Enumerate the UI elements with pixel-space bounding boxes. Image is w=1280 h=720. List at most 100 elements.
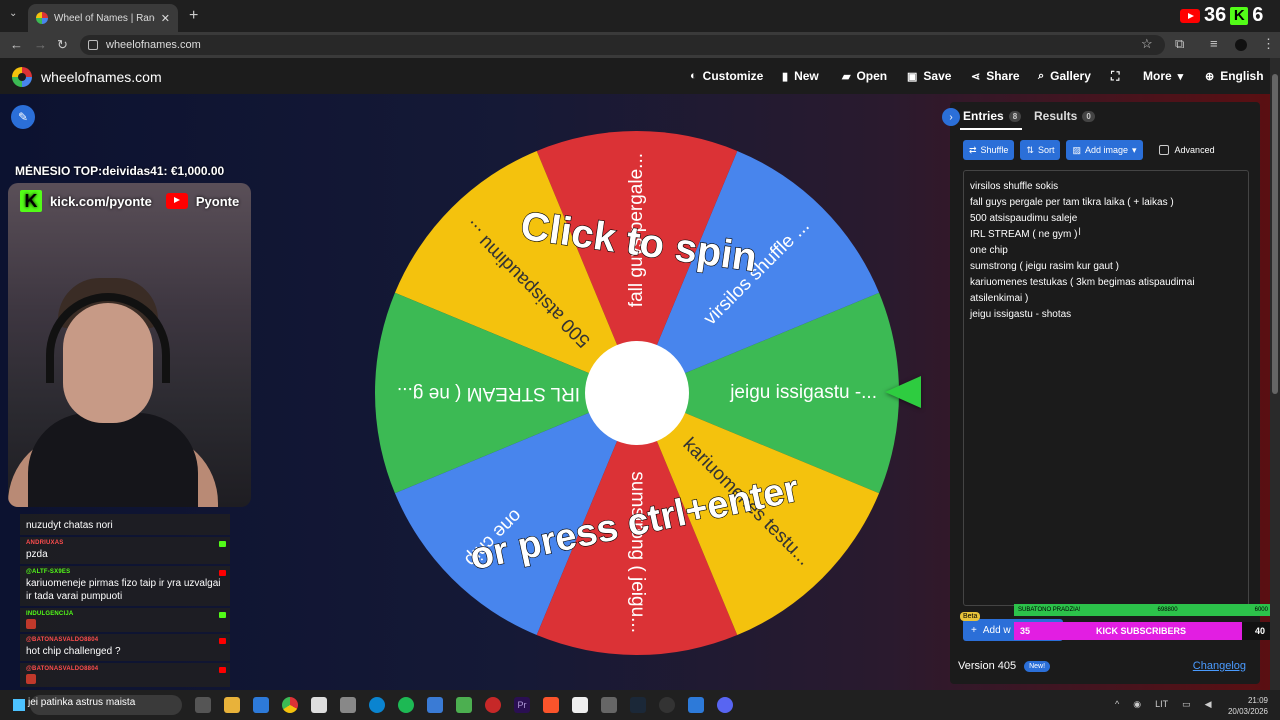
tray-chevron-icon[interactable]: ^ xyxy=(1115,699,1119,710)
kick-count: 6 xyxy=(1252,4,1264,26)
chat-username: ANDRIUXAS xyxy=(26,540,64,546)
customize-button[interactable]: ◐ Customize xyxy=(690,69,763,83)
new-button[interactable]: ▮ New xyxy=(782,69,819,83)
chat-message: ANDRIUXAS pzda xyxy=(20,537,230,564)
clock[interactable]: 21:09 20/03/2026 xyxy=(1228,695,1268,717)
file-explorer-icon[interactable] xyxy=(224,697,240,713)
site-info-icon[interactable] xyxy=(88,40,98,50)
profile-avatar[interactable] xyxy=(1235,39,1247,51)
bookmark-star-icon[interactable]: ☆ xyxy=(1141,36,1153,52)
favicon-icon xyxy=(36,12,48,24)
fullscreen-icon[interactable]: ⛶ xyxy=(1111,69,1119,84)
chat-text: pzda xyxy=(26,549,48,560)
browser-tab[interactable]: Wheel of Names | Random nam ✕ xyxy=(28,4,178,32)
site-logo-icon[interactable] xyxy=(12,67,32,87)
language-menu[interactable]: ⊕ English xyxy=(1205,69,1264,83)
close-tab-icon[interactable]: ✕ xyxy=(161,12,170,25)
edge-icon[interactable] xyxy=(369,697,385,713)
webcam-feed xyxy=(8,183,251,507)
kick-platform-icon xyxy=(219,541,226,547)
share-icon: ⋖ xyxy=(971,70,981,83)
steam-icon[interactable] xyxy=(630,697,646,713)
edit-pencil-icon[interactable]: ✎ xyxy=(11,105,35,129)
new-file-icon: ▮ xyxy=(782,70,789,83)
tab-title: Wheel of Names | Random nam xyxy=(54,12,155,24)
chat-message: @BATONASVALDO8804 xyxy=(20,663,230,687)
entry-line: IRL STREAM ( ne gym ) xyxy=(970,229,1078,240)
version-info: Version 405 New! xyxy=(958,660,1051,672)
checkbox-box[interactable] xyxy=(1158,145,1169,155)
photos-icon[interactable] xyxy=(427,697,443,713)
more-menu[interactable]: More ▾ xyxy=(1143,69,1183,83)
chat-text: nuzudyt chatas nori xyxy=(26,520,113,531)
wheel[interactable]: jeigu issigastu -... virsilos shuffle ...… xyxy=(374,130,900,656)
folder-icon: ▰ xyxy=(842,70,851,83)
chat-overlay: nuzudyt chatas nori ANDRIUXAS pzda @ALTF-SX… xyxy=(20,514,230,690)
entries-panel: › Entries 8 Results 0 ⇄ Shuffle ⇅ Sort ▨ Ad… xyxy=(942,102,1260,684)
media-icon[interactable]: ≡ xyxy=(1210,36,1218,51)
save-button[interactable]: ▣ Save xyxy=(907,69,951,83)
forward-icon[interactable]: → xyxy=(34,37,47,52)
kick-url: kick.com/pyonte xyxy=(50,193,152,209)
advanced-checkbox[interactable]: Advanced xyxy=(1158,145,1215,155)
top-donation-banner: MĖNESIO TOP:deividas41: €1,000.00 xyxy=(15,164,225,178)
premiere-icon[interactable]: Pr xyxy=(514,697,530,713)
back-icon[interactable]: ← xyxy=(10,37,23,52)
app-icon-4[interactable] xyxy=(572,697,588,713)
caret-down-icon: ▾ xyxy=(1177,70,1184,83)
extensions-icon[interactable]: ⧉ xyxy=(1175,36,1184,52)
gallery-button[interactable]: ⌕ Gallery xyxy=(1038,69,1091,83)
notepad-icon[interactable] xyxy=(311,697,327,713)
youtube-logo-icon xyxy=(165,193,188,209)
youtube-name: Pyonte xyxy=(195,193,240,209)
entry-line: jeigu issigastu - shotas xyxy=(970,309,1072,320)
discord-icon[interactable] xyxy=(717,697,733,713)
wheel-pointer-icon xyxy=(885,376,921,408)
tab-results[interactable]: Results 0 xyxy=(1034,109,1095,123)
spotify-icon[interactable] xyxy=(398,697,414,713)
site-brand[interactable]: wheelofnames.com xyxy=(41,69,162,85)
volume-icon[interactable]: ◀ xyxy=(1205,699,1212,710)
sort-button[interactable]: ⇅ Sort xyxy=(1020,140,1061,160)
new-tab-icon[interactable]: + xyxy=(189,7,198,25)
network-icon[interactable]: ▭ xyxy=(1182,699,1191,710)
share-button[interactable]: ⋖ Share xyxy=(971,69,1020,83)
shuffle-button[interactable]: ⇄ Shuffle xyxy=(963,140,1015,160)
emote-icon xyxy=(26,674,36,684)
open-button[interactable]: ▰ Open xyxy=(842,69,887,83)
chat-message: @ALTF-SX9ES kariuomeneje pirmas fizo taip… xyxy=(20,566,230,606)
changelog-link[interactable]: Changelog xyxy=(1193,660,1246,672)
collapse-panel-icon[interactable]: › xyxy=(942,108,960,126)
wheel-svg[interactable]: jeigu issigastu -...virsilos shuffle ...… xyxy=(374,130,900,656)
kick-subscribers-bar: 35 KICK SUBSCRIBERS 40 xyxy=(1014,622,1274,640)
chat-message: INDULGENCIJA xyxy=(20,608,230,632)
obs-icon[interactable] xyxy=(659,697,675,713)
address-bar[interactable]: wheelofnames.com xyxy=(80,35,1165,55)
tab-entries[interactable]: Entries 8 xyxy=(963,109,1022,123)
app-icon-3[interactable] xyxy=(485,697,501,713)
entry-line: one chip xyxy=(970,245,1008,256)
chrome-icon[interactable] xyxy=(282,697,298,713)
add-image-button[interactable]: ▨ Add image ▾ xyxy=(1066,140,1143,160)
mic-icon[interactable]: ◉ xyxy=(1133,699,1141,710)
chat-username: INDULGENCIJA xyxy=(26,611,74,617)
store-icon[interactable] xyxy=(253,697,269,713)
notes-icon[interactable] xyxy=(688,697,704,713)
youtube-count: 36 xyxy=(1204,4,1227,26)
tray-lang[interactable]: LIT xyxy=(1155,699,1168,710)
app-icon[interactable] xyxy=(340,697,356,713)
reload-icon[interactable]: ↻ xyxy=(57,37,68,53)
task-view-icon[interactable] xyxy=(195,697,211,713)
browser-menu-icon[interactable]: ⋮ xyxy=(1262,36,1275,52)
app-icon-2[interactable] xyxy=(456,697,472,713)
kick-logo-icon: K xyxy=(20,190,42,212)
brave-icon[interactable] xyxy=(543,697,559,713)
chat-message: nuzudyt chatas nori xyxy=(20,514,230,535)
windows-taskbar: Pr jei patinka astrus maista ^ ◉ LIT ▭ ◀… xyxy=(0,690,1280,720)
tab-list-icon[interactable]: ⌄ xyxy=(9,8,17,19)
app-icon-5[interactable] xyxy=(601,697,617,713)
start-icon[interactable] xyxy=(13,699,25,711)
entries-textarea[interactable]: virsilos shuffle sokis fall guys pergale … xyxy=(963,170,1249,606)
page-scrollbar[interactable] xyxy=(1270,58,1280,690)
wheel-center[interactable] xyxy=(585,341,689,445)
